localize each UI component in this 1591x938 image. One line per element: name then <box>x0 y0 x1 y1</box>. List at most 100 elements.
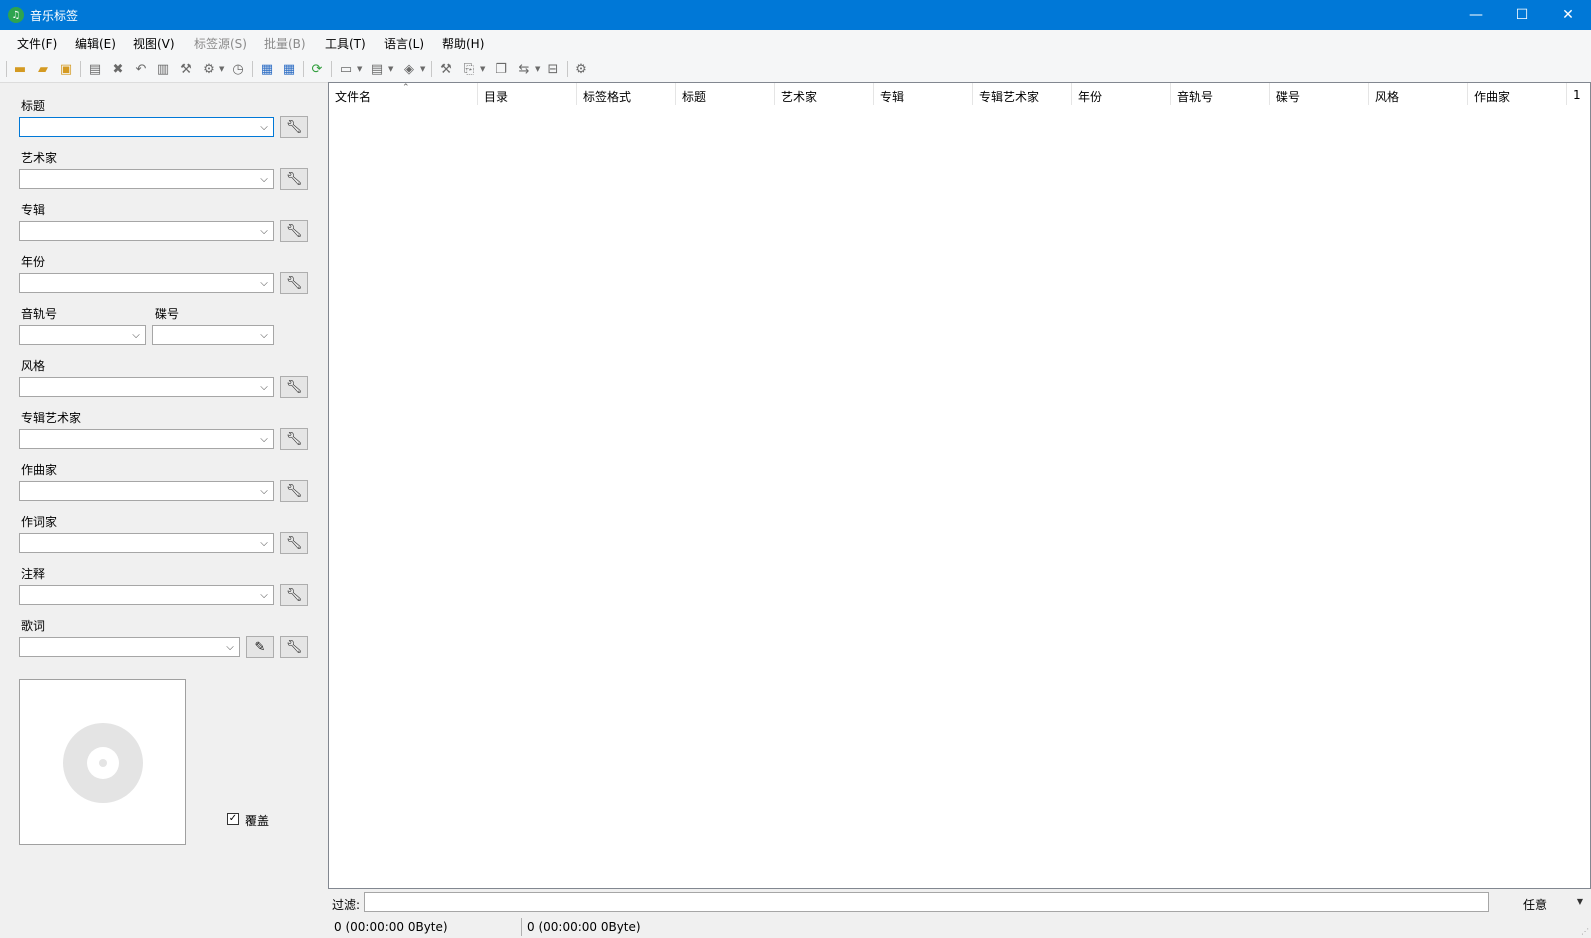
column-album-artist[interactable]: 专辑艺术家 <box>973 83 1072 105</box>
column-next[interactable]: 1 <box>1567 83 1590 105</box>
title-bar: ♫ 音乐标签 — ☐ ✕ <box>0 0 1591 30</box>
column-year[interactable]: 年份 <box>1072 83 1171 105</box>
column-disc[interactable]: 碟号 <box>1270 83 1369 105</box>
image-icon[interactable]: ▭ <box>337 60 355 78</box>
list-icon[interactable]: ▤ <box>368 60 386 78</box>
lyrics-combo[interactable]: ⌵ <box>19 637 240 657</box>
chevron-down-icon[interactable]: ⌵ <box>258 432 270 446</box>
chevron-down-icon[interactable]: ⌵ <box>258 536 270 550</box>
grid-view-icon[interactable]: ▦ <box>258 60 276 78</box>
column-artist[interactable]: 艺术家 <box>775 83 874 105</box>
filter-mode-select[interactable]: 任意 ▼ <box>1505 892 1585 912</box>
tag-icon[interactable]: ◈ <box>400 60 418 78</box>
album-tools-button[interactable]: 🔧︎ <box>280 220 308 242</box>
chevron-down-icon[interactable]: ▼ <box>388 65 393 73</box>
column-directory[interactable]: 目录 <box>478 83 577 105</box>
history-icon[interactable]: ◷ <box>229 60 247 78</box>
album-artist-tools-button[interactable]: 🔧︎ <box>280 428 308 450</box>
album-combo[interactable]: ⌵ <box>19 221 274 241</box>
chevron-down-icon[interactable]: ▼ <box>420 65 425 73</box>
toolbar-separator <box>252 61 253 77</box>
chevron-down-icon[interactable]: ⌵ <box>258 380 270 394</box>
file-list[interactable]: ⌃ 文件名 目录 标签格式 标题 艺术家 专辑 专辑艺术家 年份 音轨号 碟号 … <box>328 82 1591 889</box>
column-album[interactable]: 专辑 <box>874 83 973 105</box>
wrench-icon: 🔧︎ <box>285 431 303 447</box>
year-tools-button[interactable]: 🔧︎ <box>280 272 308 294</box>
chevron-down-icon[interactable]: ▼ <box>480 65 485 73</box>
save-icon[interactable]: ▤ <box>86 60 104 78</box>
menu-language[interactable]: 语言(L) <box>384 35 424 52</box>
tools-icon[interactable]: ⚒ <box>437 60 455 78</box>
menu-help[interactable]: 帮助(H) <box>442 35 484 52</box>
year-label: 年份 <box>21 255 46 269</box>
filter-bar: 过滤: 任意 ▼ <box>328 890 1591 916</box>
album-artist-combo[interactable]: ⌵ <box>19 429 274 449</box>
artist-tools-button[interactable]: 🔧︎ <box>280 168 308 190</box>
lyricist-combo[interactable]: ⌵ <box>19 533 274 553</box>
chevron-down-icon[interactable]: ⌵ <box>258 588 270 602</box>
lyrics-edit-button[interactable]: ✎ <box>246 636 274 658</box>
maximize-button[interactable]: ☐ <box>1499 0 1545 30</box>
comment-combo[interactable]: ⌵ <box>19 585 274 605</box>
rename-icon[interactable]: ⊟ <box>544 60 562 78</box>
refresh-icon[interactable]: ⟳ <box>308 60 326 78</box>
composer-combo[interactable]: ⌵ <box>19 481 274 501</box>
year-combo[interactable]: ⌵ <box>19 273 274 293</box>
undo-icon[interactable]: ↶ <box>132 60 150 78</box>
chevron-down-icon[interactable]: ▼ <box>357 65 362 73</box>
minimize-button[interactable]: — <box>1453 0 1499 30</box>
remove-icon[interactable]: ✖ <box>109 60 127 78</box>
open-files-icon[interactable]: ▣ <box>57 60 75 78</box>
settings-icon[interactable]: ⚙ <box>572 60 590 78</box>
genre-tools-button[interactable]: 🔧︎ <box>280 376 308 398</box>
menu-tools[interactable]: 工具(T) <box>325 35 366 52</box>
chevron-down-icon[interactable]: ⌵ <box>258 224 270 238</box>
menu-file[interactable]: 文件(F) <box>17 35 57 52</box>
chevron-down-icon[interactable]: ⌵ <box>258 172 270 186</box>
lyricist-tools-button[interactable]: 🔧︎ <box>280 532 308 554</box>
open-folder-icon[interactable]: ▬ <box>11 60 29 78</box>
menu-edit[interactable]: 编辑(E) <box>75 35 116 52</box>
tag-tools-icon[interactable]: ⚙ <box>200 60 218 78</box>
chevron-down-icon[interactable]: ⌵ <box>130 328 142 342</box>
copy-icon[interactable]: ⎘ <box>460 60 478 78</box>
resize-grip-icon[interactable]: ⋰ <box>1581 927 1589 936</box>
chevron-down-icon[interactable]: ⌵ <box>224 640 236 654</box>
menu-batch[interactable]: 批量(B) <box>264 35 306 52</box>
title-combo[interactable]: ⌵ <box>19 117 274 137</box>
column-title[interactable]: 标题 <box>676 83 775 105</box>
close-button[interactable]: ✕ <box>1545 0 1591 30</box>
column-filename[interactable]: 文件名 <box>329 83 478 105</box>
composer-tools-button[interactable]: 🔧︎ <box>280 480 308 502</box>
column-composer[interactable]: 作曲家 <box>1468 83 1567 105</box>
comment-tools-button[interactable]: 🔧︎ <box>280 584 308 606</box>
artist-combo[interactable]: ⌵ <box>19 169 274 189</box>
wrench-icon[interactable]: ⚒ <box>177 60 195 78</box>
overwrite-checkbox[interactable]: ✓ <box>227 813 239 825</box>
table-view-icon[interactable]: ▦ <box>280 60 298 78</box>
disc-combo[interactable]: ⌵ <box>152 325 274 345</box>
column-tag-format[interactable]: 标签格式 <box>577 83 676 105</box>
add-folder-icon[interactable]: ▰ <box>34 60 52 78</box>
minimize-icon: — <box>1469 7 1483 23</box>
convert-icon[interactable]: ⇆ <box>515 60 533 78</box>
book-icon[interactable]: ▥ <box>154 60 172 78</box>
title-tools-button[interactable]: 🔧︎ <box>280 116 308 138</box>
filter-input[interactable] <box>364 892 1489 912</box>
genre-label: 风格 <box>21 359 46 373</box>
menu-view[interactable]: 视图(V) <box>133 35 175 52</box>
chevron-down-icon[interactable]: ⌵ <box>258 120 270 134</box>
column-genre[interactable]: 风格 <box>1369 83 1468 105</box>
track-combo[interactable]: ⌵ <box>19 325 146 345</box>
cover-art-box[interactable] <box>19 679 186 845</box>
column-track[interactable]: 音轨号 <box>1171 83 1270 105</box>
lyrics-tools-button[interactable]: 🔧︎ <box>280 636 308 658</box>
chevron-down-icon[interactable]: ▼ <box>535 65 540 73</box>
duplicate-icon[interactable]: ❐ <box>492 60 510 78</box>
menu-tag-source[interactable]: 标签源(S) <box>194 35 247 52</box>
genre-combo[interactable]: ⌵ <box>19 377 274 397</box>
chevron-down-icon[interactable]: ⌵ <box>258 484 270 498</box>
chevron-down-icon[interactable]: ⌵ <box>258 276 270 290</box>
chevron-down-icon[interactable]: ▼ <box>219 65 224 73</box>
chevron-down-icon[interactable]: ⌵ <box>258 328 270 342</box>
